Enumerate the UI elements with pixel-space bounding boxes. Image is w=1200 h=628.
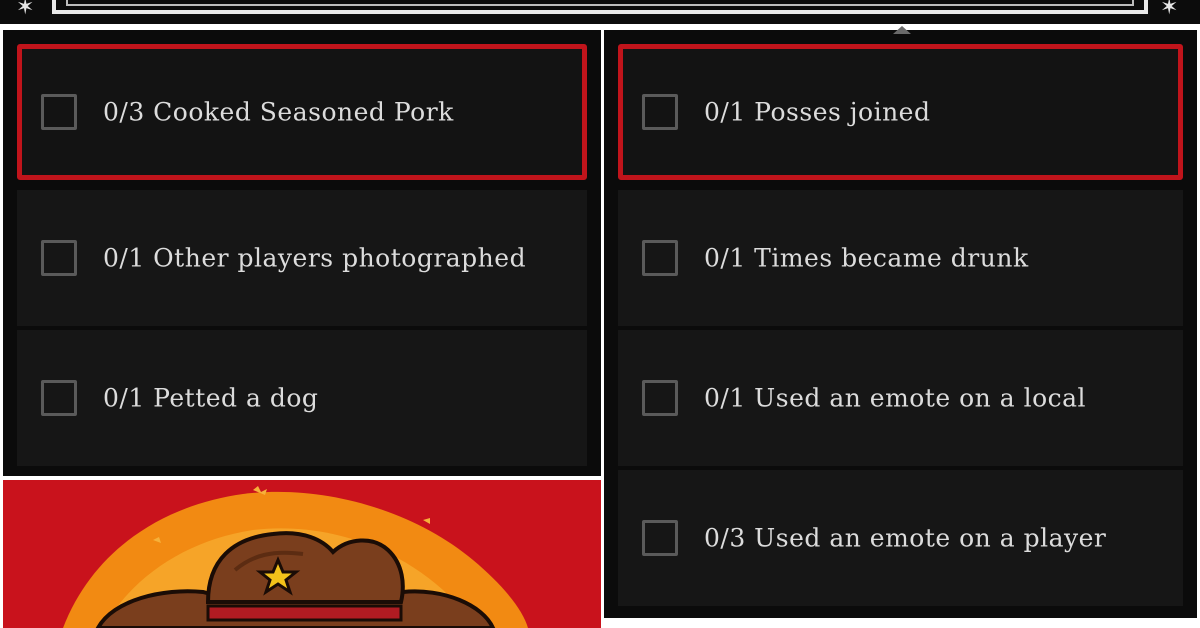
top-banner: ✶ ✶ xyxy=(0,0,1200,24)
challenge-item-times-became-drunk[interactable]: 0/1 Times became drunk xyxy=(618,190,1183,326)
star-ornament-icon: ✶ xyxy=(1160,0,1179,20)
checkbox[interactable] xyxy=(41,94,77,130)
challenge-label: 0/1 Petted a dog xyxy=(103,383,319,413)
challenge-item-used-emote-on-player[interactable]: 0/3 Used an emote on a player xyxy=(618,470,1183,606)
challenge-item-petted-a-dog[interactable]: 0/1 Petted a dog xyxy=(17,330,587,466)
challenge-item-other-players-photographed[interactable]: 0/1 Other players photographed xyxy=(17,190,587,326)
star-ornament-icon: ✶ xyxy=(16,0,35,20)
challenge-label: 0/1 Posses joined xyxy=(704,97,931,127)
checkbox[interactable] xyxy=(642,380,678,416)
challenge-item-posses-joined[interactable]: 0/1 Posses joined xyxy=(618,44,1183,180)
cowboy-hat-illustration xyxy=(3,480,601,628)
challenge-label: 0/1 Used an emote on a local xyxy=(704,383,1087,413)
challenge-item-used-emote-on-local[interactable]: 0/1 Used an emote on a local xyxy=(618,330,1183,466)
checkbox[interactable] xyxy=(642,520,678,556)
scroll-up-icon[interactable] xyxy=(893,26,911,34)
checkbox[interactable] xyxy=(642,94,678,130)
cowboy-hat-art xyxy=(3,480,601,628)
challenge-list-left: 0/3 Cooked Seasoned Pork 0/1 Other playe… xyxy=(3,30,601,476)
challenge-list-right: 0/1 Posses joined 0/1 Times became drunk… xyxy=(604,26,1197,618)
banner-inner-frame xyxy=(66,0,1134,6)
challenge-label: 0/1 Times became drunk xyxy=(704,243,1029,273)
challenge-item-cooked-seasoned-pork[interactable]: 0/3 Cooked Seasoned Pork xyxy=(17,44,587,180)
checkbox[interactable] xyxy=(642,240,678,276)
challenge-label: 0/3 Used an emote on a player xyxy=(704,523,1107,553)
challenge-label: 0/1 Other players photographed xyxy=(103,243,527,273)
checkbox[interactable] xyxy=(41,380,77,416)
checkbox[interactable] xyxy=(41,240,77,276)
challenge-label: 0/3 Cooked Seasoned Pork xyxy=(103,97,454,127)
